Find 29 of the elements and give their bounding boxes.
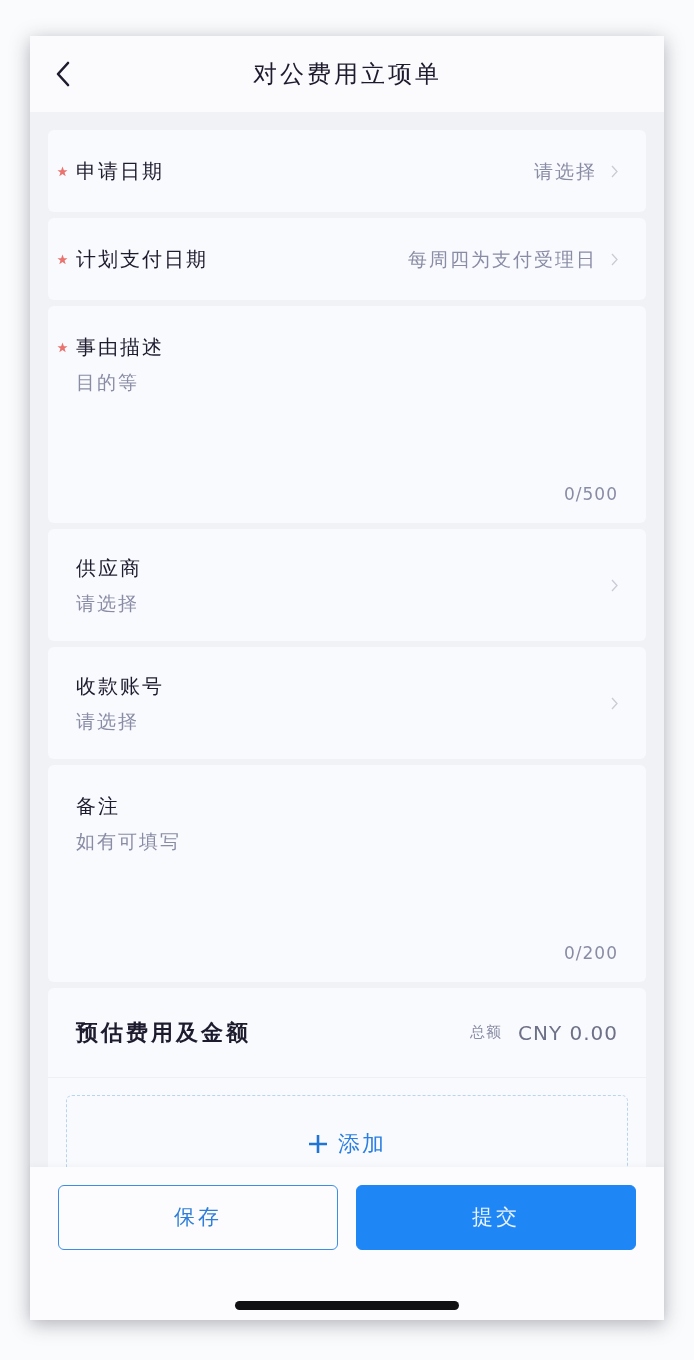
field-label: 事由描述	[76, 334, 164, 361]
field-label: 收款账号	[76, 672, 164, 700]
select-placeholder: 请选择	[76, 590, 139, 616]
select-placeholder: 每周四为支付受理日	[408, 246, 597, 272]
save-button[interactable]: 保存	[58, 1185, 338, 1250]
character-counter: 0/200	[564, 941, 618, 965]
page-title: 对公费用立项单	[252, 59, 442, 90]
select-placeholder: 请选择	[76, 708, 139, 734]
field-label: 备注	[76, 793, 120, 820]
character-counter: 0/500	[564, 482, 618, 506]
chevron-right-icon	[611, 696, 618, 710]
field-label: 申请日期	[76, 158, 164, 185]
chevron-right-icon	[611, 252, 618, 266]
select-row[interactable]: 供应商 请选择	[48, 529, 646, 641]
section-title: 预估费用及金额	[76, 1019, 251, 1047]
total-label: 总额	[469, 1022, 502, 1044]
text-area-card[interactable]: 事由描述 目的等 0/500	[48, 306, 646, 523]
plus-icon	[308, 1133, 328, 1154]
text-area-card[interactable]: 备注 如有可填写 0/200	[48, 765, 646, 982]
select-row[interactable]: 收款账号 请选择	[48, 647, 646, 759]
select-row[interactable]: 申请日期 请选择	[48, 130, 646, 212]
select-placeholder: 请选择	[534, 158, 597, 184]
total-amount: CNY 0.00	[517, 1019, 618, 1047]
chevron-right-icon	[611, 164, 618, 178]
back-icon	[55, 61, 71, 87]
field-label: 供应商	[76, 554, 142, 582]
field-label: 计划支付日期	[76, 246, 208, 273]
chevron-right-icon	[611, 578, 618, 592]
select-row[interactable]: 计划支付日期 每周四为支付受理日	[48, 218, 646, 300]
